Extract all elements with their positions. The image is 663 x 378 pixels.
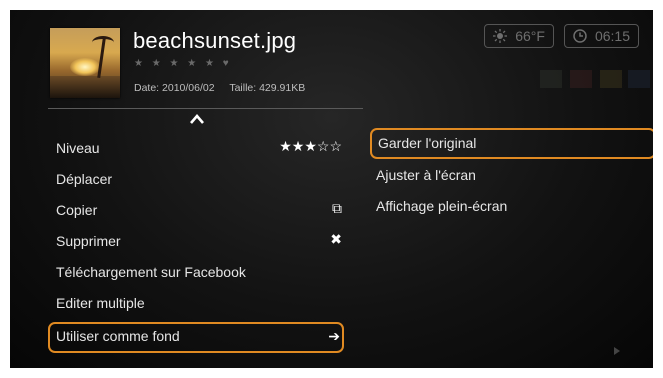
menu-item-label: Niveau [56,140,100,156]
submenu-item-keep-original[interactable]: Garder l'original [370,128,653,159]
submenu-item-fit-screen[interactable]: Ajuster à l'écran [368,159,653,190]
menu-item-label: Téléchargement sur Facebook [56,264,246,280]
file-rating: ★ ★ ★ ★ ★ ♥ [134,58,232,69]
menu-item-move[interactable]: Déplacer [48,165,344,196]
arrow-right-icon: ➔ [328,328,340,344]
media-player-screen: beachsunset.jpg ★ ★ ★ ★ ★ ♥ Date: 2010/0… [10,10,653,368]
menu-item-rating[interactable]: Niveau ★★★☆☆ [48,134,344,165]
menu-item-label: Supprimer [56,233,121,249]
clock-box: 06:15 [563,24,639,48]
background-tile [540,70,562,88]
menu-item-label: Copier [56,202,98,218]
background-tile [600,70,622,88]
clock-time: 06:15 [594,28,630,44]
menu-item-multi-edit[interactable]: Editer multiple [48,289,344,320]
thumbnail-sun [70,58,100,76]
delete-icon: ✖ [330,231,342,247]
menu-item-label: Utiliser comme fond [56,328,180,344]
options-menu: Niveau ★★★☆☆ Déplacer Copier ⧉ Supprimer… [48,134,344,353]
clock-icon [573,29,587,43]
rating-stars-icon: ★★★☆☆ [279,138,342,154]
submenu-item-fullscreen[interactable]: Affichage plein-écran [368,190,653,221]
menu-item-set-as-background[interactable]: Utiliser comme fond ➔ [48,322,344,353]
photo-thumbnail [50,28,120,98]
status-bar: 66°F 06:15 [484,24,639,48]
menu-item-delete[interactable]: Supprimer ✖ [48,227,344,258]
background-tile [570,70,592,88]
background-submenu: Garder l'original Ajuster à l'écran Affi… [368,128,653,221]
file-date: Date: 2010/06/02 [134,82,215,94]
menu-item-label: Déplacer [56,171,113,187]
header-divider [48,108,363,109]
file-size: Taille: 429.91KB [229,82,306,94]
menu-item-label: Editer multiple [56,295,145,311]
thumbnail-palm-frond [92,36,114,49]
file-meta: Date: 2010/06/02 Taille: 429.91KB [134,82,317,94]
menu-item-copy[interactable]: Copier ⧉ [48,196,344,227]
menu-item-facebook-upload[interactable]: Téléchargement sur Facebook [48,258,344,289]
temperature: 66°F [515,28,545,44]
submenu-item-label: Ajuster à l'écran [376,167,476,183]
weather-box: 66°F [484,24,554,48]
play-indicator-icon [614,347,620,355]
sun-icon [493,29,508,43]
copy-icon: ⧉ [332,200,342,216]
file-title: beachsunset.jpg [133,28,297,53]
thumbnail-sea [50,76,120,98]
submenu-item-label: Garder l'original [378,135,477,151]
submenu-item-label: Affichage plein-écran [376,198,508,214]
background-tile [628,70,650,88]
scroll-up-icon[interactable] [189,113,205,125]
